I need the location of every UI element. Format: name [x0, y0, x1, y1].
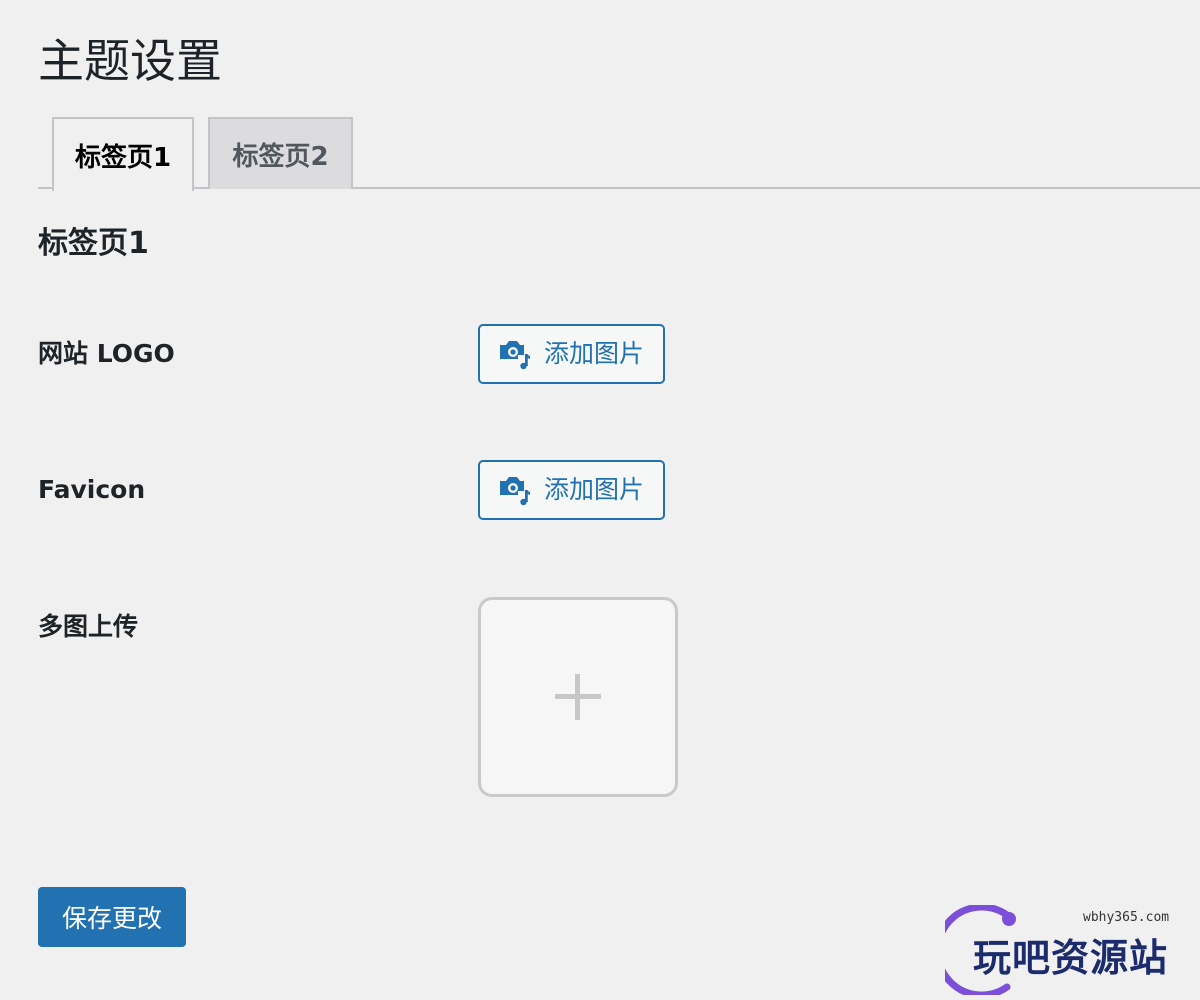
- watermark-name: 玩吧资源站: [973, 936, 1169, 980]
- favicon-add-image-label: 添加图片: [544, 475, 645, 504]
- logo-field-label: 网站 LOGO: [38, 339, 175, 368]
- tab-bar: 标签页1 标签页2: [38, 117, 1200, 191]
- save-changes-button[interactable]: 保存更改: [38, 887, 186, 947]
- page-title: 主题设置: [38, 34, 222, 88]
- theme-settings-page: 主题设置 标签页1 标签页2 标签页1 网站 LOGO 添加图片 Favicon: [0, 0, 1200, 1000]
- logo-add-image-button[interactable]: 添加图片: [478, 324, 665, 384]
- logo-add-image-label: 添加图片: [544, 339, 645, 368]
- section-title: 标签页1: [38, 226, 149, 261]
- watermark-logo: wbhy365.com 玩吧资源站: [945, 905, 1185, 995]
- plus-icon: [555, 674, 601, 720]
- favicon-add-image-button[interactable]: 添加图片: [478, 460, 665, 520]
- gallery-field-label: 多图上传: [38, 612, 139, 641]
- watermark-url: wbhy365.com: [1083, 910, 1170, 925]
- favicon-field-label: Favicon: [38, 475, 146, 504]
- media-image-icon: [500, 477, 530, 506]
- media-image-icon: [500, 341, 530, 370]
- tab-1[interactable]: 标签页1: [52, 117, 194, 191]
- gallery-upload-box[interactable]: [478, 597, 678, 797]
- tab-2[interactable]: 标签页2: [208, 117, 353, 189]
